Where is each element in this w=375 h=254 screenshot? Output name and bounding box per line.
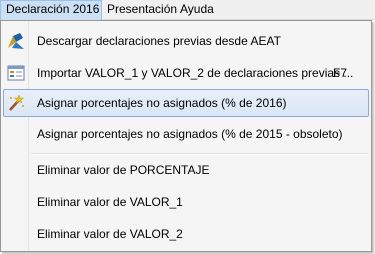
- menu-declaracion-2016[interactable]: Declaración 2016: [0, 0, 102, 20]
- menu-separator: [31, 153, 369, 155]
- import-table-icon: [7, 65, 25, 81]
- menu-item-label: Eliminar valor de VALOR_2: [37, 227, 183, 241]
- menu-item-asignar-porcentajes-2016[interactable]: Asignar porcentajes no asignados (% de 2…: [3, 89, 369, 117]
- menu-ayuda[interactable]: Ayuda: [175, 0, 219, 20]
- menu-item-label: Eliminar valor de VALOR_1: [37, 195, 183, 209]
- menu-item-label: Asignar porcentajes no asignados (% de 2…: [37, 127, 343, 141]
- menu-item-importar-valores[interactable]: Importar VALOR_1 y VALOR_2 de declaracio…: [3, 59, 369, 87]
- menu-item-label: Eliminar valor de PORCENTAJE: [37, 163, 210, 177]
- aeat-logo-icon: [8, 33, 24, 49]
- menu-presentacion[interactable]: Presentación: [102, 0, 182, 20]
- shortcut-f7: F7: [332, 66, 347, 80]
- menu-item-label: Importar VALOR_1 y VALOR_2 de declaracio…: [37, 66, 354, 80]
- menu-item-eliminar-valor-2[interactable]: Eliminar valor de VALOR_2: [3, 220, 369, 248]
- menu-item-eliminar-valor-1[interactable]: Eliminar valor de VALOR_1: [3, 188, 369, 216]
- menu-bar: Declaración 2016 Presentación Ayuda: [0, 0, 375, 20]
- menu-item-eliminar-porcentaje[interactable]: Eliminar valor de PORCENTAJE: [3, 156, 369, 184]
- declaracion-dropdown-menu: Descargar declaraciones previas desde AE…: [0, 20, 372, 252]
- menu-item-label: Asignar porcentajes no asignados (% de 2…: [37, 96, 287, 110]
- menu-item-label: Descargar declaraciones previas desde AE…: [37, 34, 281, 48]
- menu-item-asignar-porcentajes-2015[interactable]: Asignar porcentajes no asignados (% de 2…: [3, 120, 369, 148]
- menu-item-descargar-declaraciones[interactable]: Descargar declaraciones previas desde AE…: [3, 27, 369, 55]
- magic-wand-icon: [9, 94, 25, 111]
